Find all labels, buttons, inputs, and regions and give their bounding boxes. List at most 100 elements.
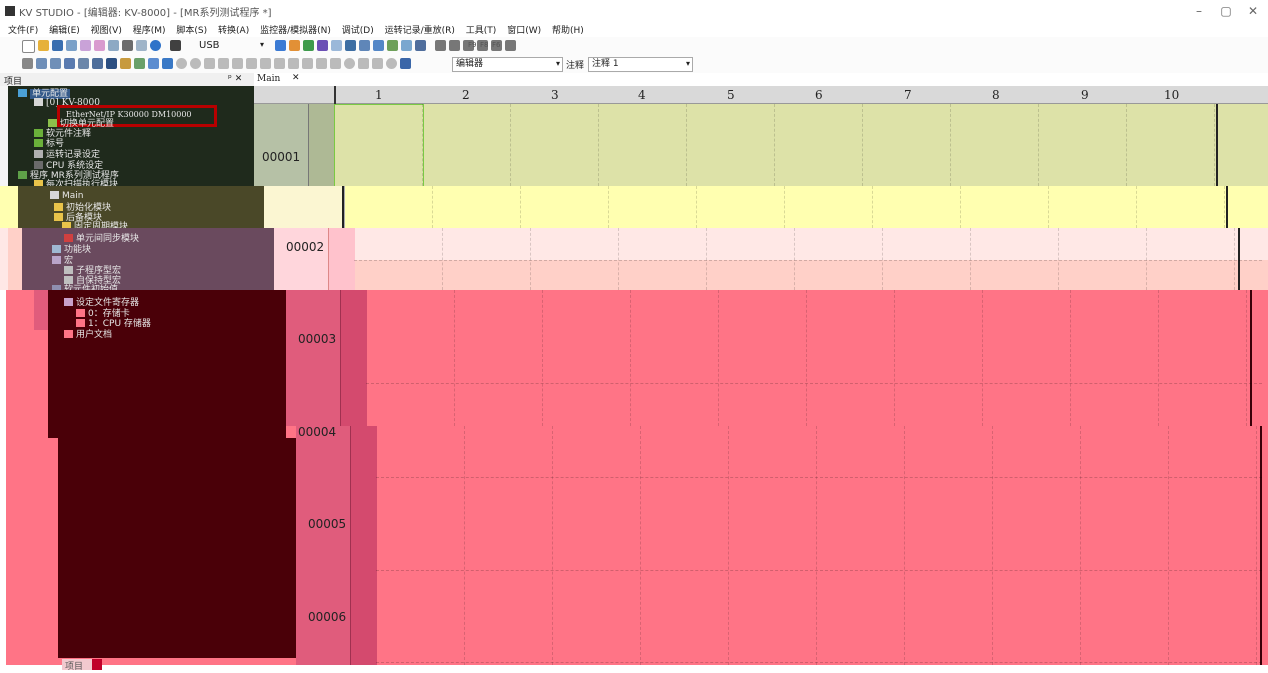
verify-icon[interactable] — [345, 40, 356, 51]
grid-icon[interactable] — [400, 58, 411, 69]
menu-view[interactable]: 视图(V) — [91, 26, 122, 36]
connection-label[interactable]: USB — [199, 40, 220, 51]
watch-icon[interactable] — [401, 40, 412, 51]
down-icon[interactable] — [302, 58, 313, 69]
menu-file[interactable]: 文件(F) — [8, 26, 38, 36]
pause-icon[interactable] — [232, 58, 243, 69]
copy-icon[interactable] — [108, 40, 119, 51]
ladder-row[interactable] — [274, 228, 1268, 260]
read-from-plc-icon[interactable] — [289, 40, 300, 51]
scan-icon[interactable] — [372, 58, 383, 69]
connection-dropdown-icon[interactable]: ▾ — [260, 40, 264, 49]
list-icon[interactable] — [36, 58, 47, 69]
timer-icon[interactable] — [386, 58, 397, 69]
trigger-icon[interactable] — [358, 58, 369, 69]
record-icon[interactable] — [176, 58, 187, 69]
key-f9-label[interactable]: F9 — [468, 41, 476, 49]
tree-node-subroutine-macro[interactable]: 子程序型宏 — [64, 266, 121, 276]
minimize-button[interactable]: – — [1188, 2, 1210, 20]
menu-tools[interactable]: 工具(T) — [466, 26, 497, 36]
contact-b-icon[interactable] — [449, 40, 460, 51]
find-icon[interactable] — [64, 58, 75, 69]
trend-icon[interactable] — [415, 40, 426, 51]
print-icon[interactable] — [122, 40, 133, 51]
up-icon[interactable] — [260, 58, 271, 69]
zoom-icon[interactable] — [331, 40, 342, 51]
forward-icon[interactable] — [330, 58, 341, 69]
key-f8-label[interactable]: F8 — [480, 41, 488, 49]
open-folder-icon[interactable] — [38, 40, 49, 51]
new-file-icon[interactable] — [22, 40, 35, 53]
close-button[interactable]: ✕ — [1242, 2, 1264, 20]
tree-node-cpu-settings[interactable]: CPU 系统设定 — [34, 161, 103, 171]
stop-icon[interactable] — [218, 58, 229, 69]
compare-icon[interactable] — [359, 40, 370, 51]
ladder-edit-icon[interactable] — [22, 58, 33, 69]
panel-pin-close-icon[interactable]: ᵖ ✕ — [228, 74, 242, 84]
maximize-button[interactable]: ▢ — [1215, 2, 1237, 20]
step-icon[interactable] — [134, 58, 145, 69]
tree-node-init-module[interactable]: 初始化模块 — [54, 203, 111, 213]
tree-node-ethernet-ip[interactable]: EtherNet/IP K30000 DM10000 — [66, 110, 192, 119]
replace-icon[interactable] — [78, 58, 89, 69]
tree-node-device-comment[interactable]: 软元件注释 — [34, 129, 91, 139]
simulator-icon[interactable] — [317, 40, 328, 51]
menu-help[interactable]: 帮助(H) — [552, 26, 584, 36]
cursor-cell[interactable] — [334, 104, 424, 188]
import-icon[interactable] — [80, 40, 91, 51]
menu-replay[interactable]: 运转记录/重放(R) — [385, 26, 455, 36]
bookmark-icon[interactable] — [106, 58, 117, 69]
cross-ref-icon[interactable] — [387, 40, 398, 51]
next-icon[interactable] — [288, 58, 299, 69]
comment-icon[interactable] — [120, 58, 131, 69]
menu-convert[interactable]: 转换(A) — [218, 26, 249, 36]
monitor-mode-icon[interactable] — [162, 58, 173, 69]
menu-monitor[interactable]: 监控器/模拟器(N) — [260, 26, 331, 36]
menu-edit[interactable]: 编辑(E) — [49, 26, 80, 36]
menu-script[interactable]: 脚本(S) — [176, 26, 207, 36]
transfer-to-plc-icon[interactable] — [275, 40, 286, 51]
tree-node-function-block[interactable]: 功能块 — [52, 245, 91, 255]
menu-program[interactable]: 程序(M) — [133, 26, 166, 36]
panel-splitter[interactable] — [0, 86, 8, 186]
tree-node-user-docs[interactable]: 用户文档 — [64, 330, 112, 340]
grid-line — [1080, 426, 1081, 665]
falling-edge-icon[interactable] — [505, 40, 516, 51]
tab-close-icon[interactable]: ✕ — [292, 73, 300, 83]
help-icon[interactable] — [150, 40, 161, 51]
tab-other[interactable] — [92, 659, 102, 670]
tree-node-macro[interactable]: 宏 — [52, 256, 73, 266]
device-list-icon[interactable] — [373, 40, 384, 51]
grid-line — [422, 104, 423, 186]
comment-combo[interactable]: 注释 1 ▾ — [588, 57, 693, 72]
prev-icon[interactable] — [274, 58, 285, 69]
export-icon[interactable] — [94, 40, 105, 51]
tab-project[interactable]: 项目 — [62, 659, 92, 672]
save-all-icon[interactable] — [66, 40, 77, 51]
play-icon[interactable] — [204, 58, 215, 69]
jump-icon[interactable] — [92, 58, 103, 69]
tree-node-label[interactable]: 标号 — [34, 139, 64, 149]
tree-node-switch-unit-config[interactable]: 切换单元配置 — [48, 119, 114, 129]
monitor-icon[interactable] — [303, 40, 314, 51]
tree-node-cpu-memory[interactable]: 1：CPU 存储器 — [76, 319, 151, 329]
tree-node-file-register[interactable]: 设定文件寄存器 — [64, 298, 139, 308]
mode-combo[interactable]: 编辑器 ▾ — [452, 57, 563, 72]
tree-node-main[interactable]: Main — [50, 191, 84, 201]
tree-node-inter-unit-sync[interactable]: 单元间同步模块 — [64, 234, 139, 244]
tree-node-memory-card[interactable]: 0：存储卡 — [76, 309, 130, 319]
menu-window[interactable]: 窗口(W) — [507, 26, 541, 36]
register-icon[interactable] — [148, 58, 159, 69]
key-f6-label[interactable]: F6 — [492, 41, 500, 49]
tab-main[interactable]: Main — [257, 74, 280, 84]
save-icon[interactable] — [52, 40, 63, 51]
tree-node-operation-record[interactable]: 运转记录设定 — [34, 150, 100, 160]
contact-a-icon[interactable] — [435, 40, 446, 51]
outline-icon[interactable] — [50, 58, 61, 69]
print-preview-icon[interactable] — [136, 40, 147, 51]
last-icon[interactable] — [316, 58, 327, 69]
first-icon[interactable] — [246, 58, 257, 69]
stop-record-icon[interactable] — [190, 58, 201, 69]
breakpoint-icon[interactable] — [344, 58, 355, 69]
menu-debug[interactable]: 调试(D) — [342, 26, 374, 36]
